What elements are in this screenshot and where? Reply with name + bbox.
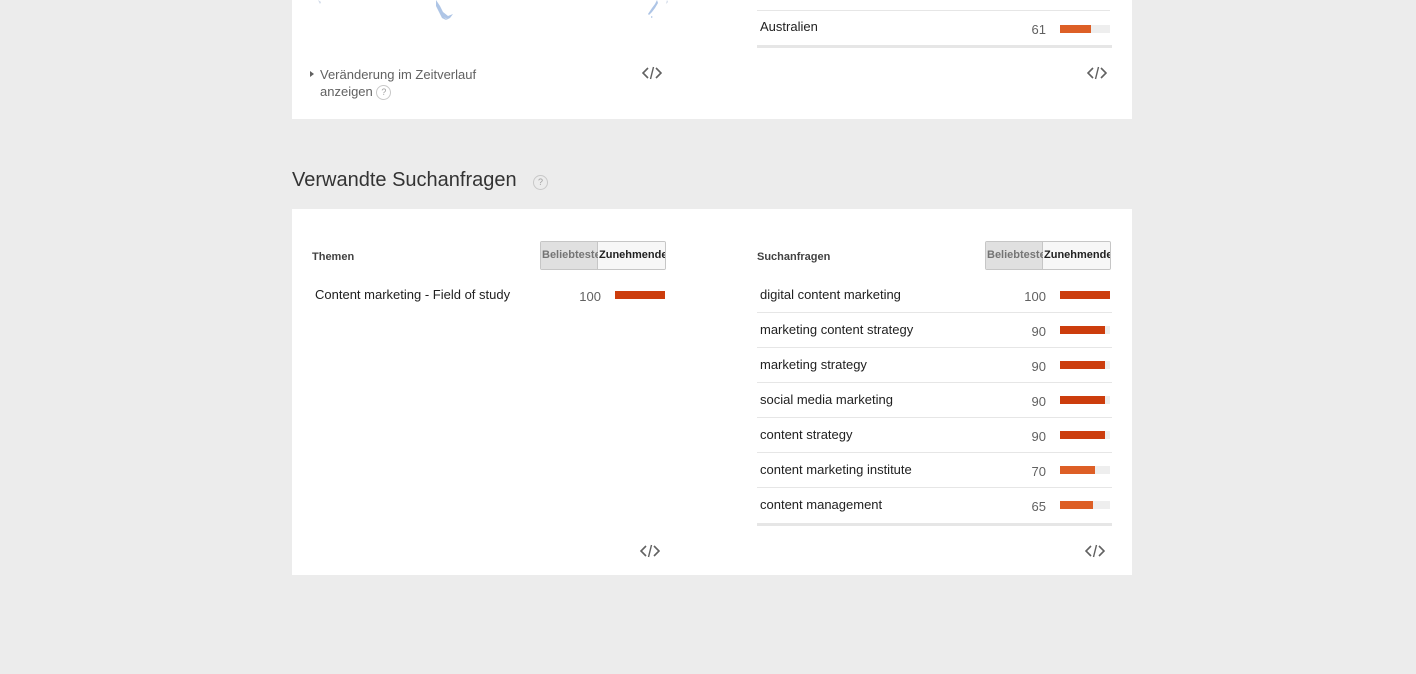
list-item[interactable]: content marketing institute 70 — [757, 453, 1112, 488]
query-label: digital content marketing — [760, 287, 901, 302]
query-bar-track — [1060, 326, 1110, 334]
topics-panel: Themen Beliebteste Zunehmende Content ma… — [312, 209, 666, 575]
region-label: Australien — [760, 19, 818, 34]
query-bar-fill — [1060, 396, 1105, 404]
region-row[interactable]: Australien 61 — [757, 10, 1110, 46]
topics-heading: Themen — [312, 251, 355, 263]
list-end-divider — [757, 523, 1112, 526]
query-bar-fill — [1060, 431, 1105, 439]
query-value: 90 — [1031, 429, 1046, 444]
list-item[interactable]: content management 65 — [757, 488, 1112, 523]
topic-label: Content marketing - Field of study — [315, 287, 511, 302]
code-embed-icon[interactable] — [640, 544, 660, 558]
query-label: social media marketing — [760, 392, 893, 407]
code-embed-icon[interactable] — [1087, 66, 1107, 80]
query-label: content marketing institute — [760, 462, 912, 477]
query-bar-fill — [1060, 501, 1093, 509]
queries-sort-toggle: Beliebteste Zunehmende — [985, 241, 1111, 270]
query-label: marketing strategy — [760, 357, 867, 372]
query-value: 65 — [1031, 499, 1046, 514]
query-value: 90 — [1031, 359, 1046, 374]
query-value: 70 — [1031, 464, 1046, 479]
topic-value: 100 — [579, 289, 601, 304]
tab-rising[interactable]: Zunehmende — [1043, 242, 1110, 269]
query-label: content management — [760, 497, 883, 512]
help-icon[interactable]: ? — [533, 175, 548, 190]
query-bar-track — [1060, 396, 1110, 404]
map-land-shape — [648, 0, 658, 15]
queries-heading: Suchanfragen — [757, 251, 831, 263]
geo-interest-card: Australien 61 Veränderung im Zeitverlauf… — [292, 0, 1132, 119]
query-label: marketing content strategy — [760, 322, 914, 337]
topic-bar-track — [615, 291, 665, 299]
query-bar-fill — [1060, 466, 1095, 474]
list-item[interactable]: digital content marketing 100 — [757, 278, 1112, 313]
map-land-shape — [651, 16, 653, 18]
queries-list: digital content marketing 100 marketing … — [757, 278, 1112, 526]
topic-bar-fill — [615, 291, 665, 299]
query-bar-track — [1060, 466, 1110, 474]
query-value: 90 — [1031, 394, 1046, 409]
map-land-shape — [318, 0, 321, 4]
query-value: 100 — [1024, 289, 1046, 304]
caret-right-icon — [310, 71, 314, 77]
map-land-shape — [666, 0, 668, 4]
show-change-over-time-toggle[interactable]: Veränderung im Zeitverlauf anzeigen ? — [310, 66, 520, 101]
query-bar-fill — [1060, 326, 1105, 334]
topics-list: Content marketing - Field of study 100 — [312, 278, 667, 313]
query-bar-track — [1060, 361, 1110, 369]
tab-rising[interactable]: Zunehmende — [598, 242, 665, 269]
list-end-divider — [757, 45, 1112, 48]
query-bar-track — [1060, 501, 1110, 509]
query-bar-track — [1060, 431, 1110, 439]
region-bar-fill — [1060, 25, 1091, 33]
query-value: 90 — [1031, 324, 1046, 339]
list-item[interactable]: marketing content strategy 90 — [757, 313, 1112, 348]
geo-map-fragment[interactable] — [312, 0, 672, 24]
topics-sort-toggle: Beliebteste Zunehmende — [540, 241, 666, 270]
code-embed-icon[interactable] — [642, 66, 662, 80]
code-embed-icon[interactable] — [1085, 544, 1105, 558]
query-bar-fill — [1060, 291, 1110, 299]
related-searches-card: Themen Beliebteste Zunehmende Content ma… — [292, 209, 1132, 575]
list-item[interactable]: content strategy 90 — [757, 418, 1112, 453]
change-toggle-label: Veränderung im Zeitverlauf anzeigen — [320, 67, 477, 99]
help-icon[interactable]: ? — [376, 85, 392, 101]
queries-panel: Suchanfragen Beliebteste Zunehmende digi… — [757, 209, 1112, 575]
region-bar-track — [1060, 25, 1110, 33]
section-title: Verwandte Suchanfragen — [292, 169, 517, 191]
query-label: content strategy — [760, 427, 853, 442]
region-value: 61 — [1031, 22, 1046, 37]
query-bar-fill — [1060, 361, 1105, 369]
list-item[interactable]: marketing strategy 90 — [757, 348, 1112, 383]
list-item[interactable]: Content marketing - Field of study 100 — [312, 278, 667, 313]
map-land-shape — [436, 0, 453, 20]
tab-top[interactable]: Beliebteste — [541, 242, 601, 269]
query-bar-track — [1060, 291, 1110, 299]
tab-top[interactable]: Beliebteste — [986, 242, 1046, 269]
list-item[interactable]: social media marketing 90 — [757, 383, 1112, 418]
